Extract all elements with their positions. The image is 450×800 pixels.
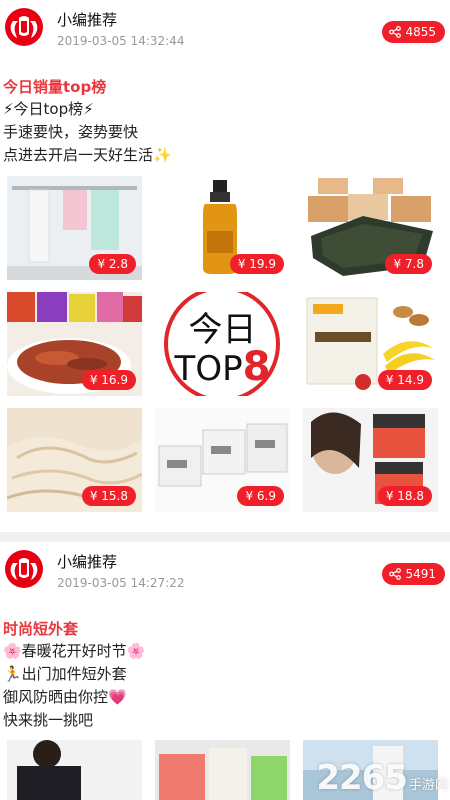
badge-text-line2: TOP — [174, 349, 243, 389]
product-shredded-squid[interactable]: ¥ 15.8 — [7, 408, 142, 512]
post-header: 小编推荐 2019-03-05 14:32:44 4855 — [0, 0, 450, 60]
post-body: 时尚短外套 🌸春暖花开好时节🌸 🏃出门加件短外套 御风防晒由你控💗 快来挑一挑吧 — [0, 618, 450, 732]
share-button[interactable]: 5491 — [382, 563, 445, 585]
product-jacket-2[interactable] — [155, 740, 290, 800]
price-tag: ¥ 16.9 — [81, 370, 136, 390]
product-jacket-1[interactable] — [7, 740, 142, 800]
share-button[interactable]: 4855 — [382, 21, 445, 43]
post-title[interactable]: 时尚短外套 — [3, 618, 450, 640]
price-tag: ¥ 15.8 — [81, 486, 136, 506]
post-time: 2019-03-05 14:32:44 — [57, 34, 185, 48]
post-text-line: 快来挑一挑吧 — [3, 711, 94, 729]
product-tissue-boxes[interactable]: ¥ 6.9 — [155, 408, 290, 512]
price-tag: ¥ 19.9 — [229, 254, 284, 274]
post-text-line: 手速要快，姿势要快 — [3, 123, 139, 141]
avatar[interactable] — [5, 8, 43, 46]
post-text-line: ⚡今日top榜⚡ — [3, 100, 94, 118]
author-name: 小编推荐 — [57, 553, 118, 571]
product-towel-rack[interactable]: ¥ 2.8 — [7, 176, 142, 280]
price-tag: ¥ 2.8 — [89, 254, 136, 274]
product-jerky[interactable]: ¥ 16.9 — [7, 292, 142, 396]
badge-number: 8 — [242, 344, 271, 390]
post-text-line: 御风防晒由你控💗 — [3, 688, 127, 706]
watermark-sub: 手游网 — [408, 778, 448, 793]
product-seaweed[interactable]: ¥ 7.8 — [303, 176, 438, 280]
product-face-cream[interactable]: ¥ 18.8 — [303, 408, 438, 512]
post-title[interactable]: 今日销量top榜 — [3, 76, 450, 98]
product-nuts[interactable]: ¥ 14.9 — [303, 292, 438, 396]
price-tag: ¥ 18.8 — [377, 486, 432, 506]
post-body: 今日销量top榜 ⚡今日top榜⚡ 手速要快，姿势要快 点进去开启一天好生活✨ — [0, 76, 450, 167]
jacket-image — [155, 740, 290, 800]
post-separator — [0, 532, 450, 542]
price-tag: ¥ 7.8 — [385, 254, 432, 274]
post-text-line: 🏃出门加件短外套 — [3, 665, 127, 683]
post-text-line: 🌸春暖花开好时节🌸 — [3, 642, 146, 660]
watermark-logo: 2265 手游网 — [316, 758, 448, 798]
product-hair-oil[interactable]: ¥ 19.9 — [155, 176, 290, 280]
watermark-main: 2265 — [316, 758, 408, 798]
top8-badge: 今日 TOP8 — [155, 292, 290, 396]
price-tag: ¥ 6.9 — [237, 486, 284, 506]
price-tag: ¥ 14.9 — [377, 370, 432, 390]
avatar[interactable] — [5, 550, 43, 588]
post-text-line: 点进去开启一天好生活✨ — [3, 146, 172, 164]
author-name: 小编推荐 — [57, 11, 118, 29]
share-count: 5491 — [405, 567, 436, 581]
post-header: 小编推荐 2019-03-05 14:27:22 5491 — [0, 542, 450, 602]
post-card[interactable]: 小编推荐 2019-03-05 14:32:44 4855 今日销量top榜 ⚡… — [0, 0, 450, 532]
jacket-image — [7, 740, 142, 800]
share-count: 4855 — [405, 25, 436, 39]
share-icon — [389, 26, 402, 38]
share-icon — [389, 568, 402, 580]
post-time: 2019-03-05 14:27:22 — [57, 576, 185, 590]
